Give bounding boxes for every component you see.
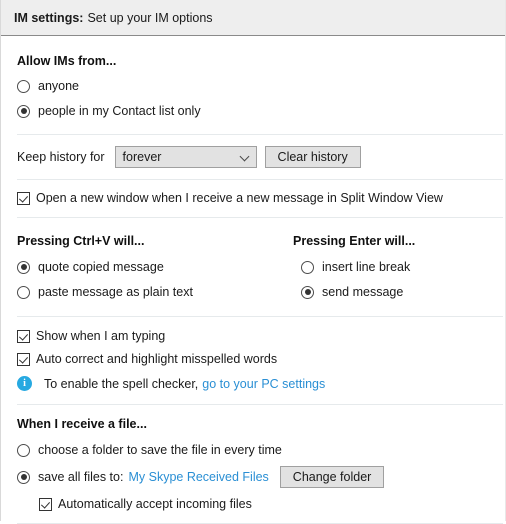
divider-3 (17, 217, 503, 218)
received-files-folder-link[interactable]: My Skype Received Files (128, 470, 268, 484)
auto-accept-row[interactable]: Automatically accept incoming files (1, 497, 505, 511)
page-title: IM settings: (14, 10, 84, 25)
radio-allow-contacts[interactable]: people in my Contact list only (1, 104, 505, 118)
keep-history-value: forever (122, 150, 162, 164)
page-subtitle: Set up your IM options (87, 10, 213, 25)
spellcheck-info-row: i To enable the spell checker, go to you… (1, 376, 505, 391)
ctrl-v-column: Pressing Ctrl+V will... quote copied mes… (1, 234, 293, 299)
split-window-row[interactable]: Open a new window when I receive a new m… (1, 191, 505, 205)
radio-save-all-files-label: save all files to: (38, 470, 124, 484)
spellcheck-info-text: To enable the spell checker, (44, 376, 199, 391)
change-folder-button[interactable]: Change folder (279, 466, 385, 488)
pc-settings-link[interactable]: go to your PC settings (202, 377, 325, 391)
radio-quote-copied-control[interactable] (17, 260, 30, 274)
radio-paste-plain-control[interactable] (17, 285, 30, 299)
keep-history-label: Keep history for (17, 150, 105, 164)
radio-contacts-label: people in my Contact list only (38, 104, 201, 118)
radio-insert-line-break[interactable]: insert line break (293, 260, 505, 274)
radio-save-all-files[interactable]: save all files to: My Skype Received Fil… (1, 466, 505, 488)
divider-5 (17, 404, 503, 405)
split-window-label: Open a new window when I receive a new m… (36, 191, 443, 205)
radio-insert-line-break-control[interactable] (301, 260, 314, 274)
key-behavior-columns: Pressing Ctrl+V will... quote copied mes… (1, 234, 505, 299)
chevron-down-icon (241, 153, 250, 162)
divider-2 (17, 179, 503, 180)
radio-contacts-control[interactable] (17, 104, 30, 118)
radio-quote-copied[interactable]: quote copied message (1, 260, 293, 274)
divider-1 (17, 134, 503, 135)
receive-file-title: When I receive a file... (17, 417, 147, 431)
radio-allow-anyone[interactable]: anyone (1, 79, 505, 93)
radio-paste-plain-label: paste message as plain text (38, 285, 193, 299)
ctrl-v-title: Pressing Ctrl+V will... (17, 234, 145, 248)
auto-correct-checkbox[interactable] (17, 352, 30, 366)
panel-header: IM settings: Set up your IM options (1, 0, 505, 36)
radio-save-all-files-control[interactable] (17, 470, 30, 484)
keep-history-row: Keep history for forever Clear history (1, 146, 505, 168)
radio-choose-folder-label: choose a folder to save the file in ever… (38, 443, 282, 457)
clear-history-button[interactable]: Clear history (264, 146, 361, 168)
enter-key-title: Pressing Enter will... (293, 234, 416, 248)
radio-send-message-label: send message (322, 285, 404, 299)
show-typing-checkbox[interactable] (17, 329, 30, 343)
enter-key-column: Pressing Enter will... insert line break… (293, 234, 505, 299)
radio-choose-folder-control[interactable] (17, 443, 30, 457)
radio-insert-line-break-label: insert line break (322, 260, 411, 274)
show-typing-label: Show when I am typing (36, 329, 166, 343)
settings-content: Allow IMs from... anyone people in my Co… (1, 54, 505, 524)
auto-correct-label: Auto correct and highlight misspelled wo… (36, 352, 278, 366)
auto-correct-row[interactable]: Auto correct and highlight misspelled wo… (1, 352, 505, 366)
info-circle-icon: i (17, 376, 32, 391)
radio-send-message-control[interactable] (301, 285, 314, 299)
radio-send-message[interactable]: send message (293, 285, 505, 299)
split-window-checkbox[interactable] (17, 191, 30, 205)
show-typing-row[interactable]: Show when I am typing (1, 329, 505, 343)
keep-history-select[interactable]: forever (114, 146, 257, 168)
radio-anyone-control[interactable] (17, 79, 30, 93)
radio-anyone-label: anyone (38, 79, 80, 93)
divider-4 (17, 316, 503, 317)
auto-accept-checkbox[interactable] (39, 497, 52, 511)
radio-quote-copied-label: quote copied message (38, 260, 164, 274)
auto-accept-label: Automatically accept incoming files (58, 497, 252, 511)
radio-choose-folder[interactable]: choose a folder to save the file in ever… (1, 443, 505, 457)
radio-paste-plain[interactable]: paste message as plain text (1, 285, 293, 299)
allow-ims-title: Allow IMs from... (17, 54, 117, 68)
im-settings-panel: IM settings: Set up your IM options Allo… (0, 0, 506, 524)
